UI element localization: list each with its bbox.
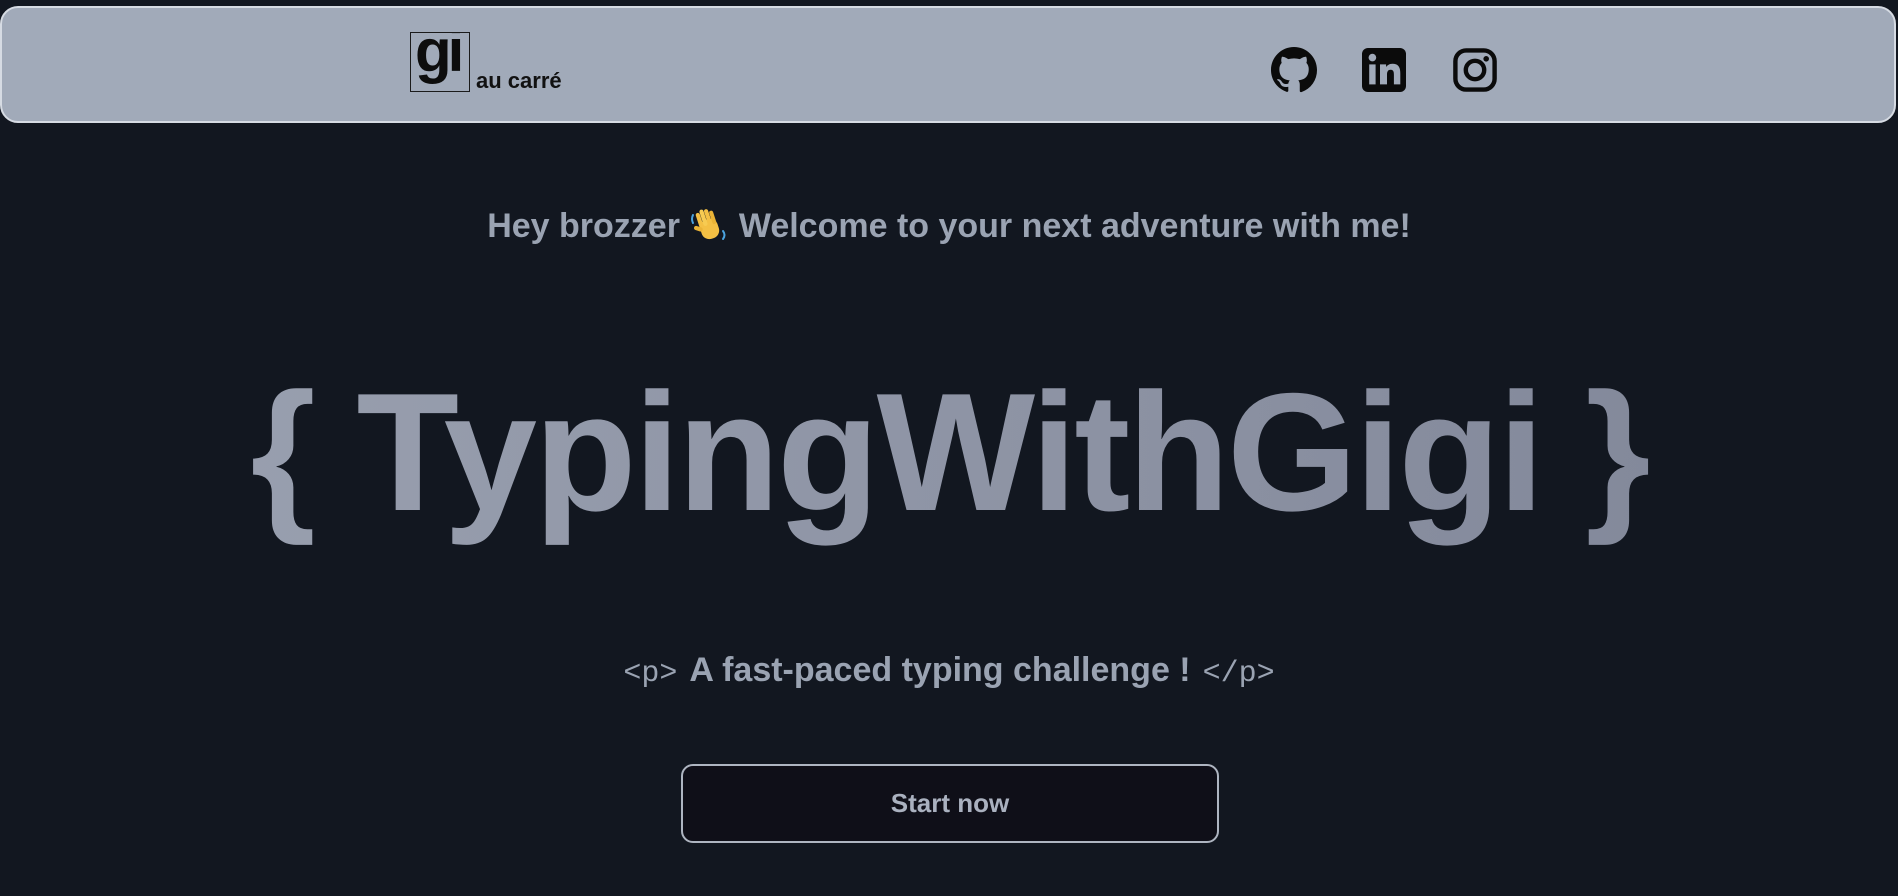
github-link[interactable] — [1270, 46, 1318, 94]
greeting-start: Hey brozzer — [487, 207, 680, 245]
logo-text: au carré — [476, 68, 562, 93]
logo-link[interactable]: gi au carré — [410, 32, 562, 92]
instagram-icon — [1453, 48, 1497, 92]
subtitle: <p> A fast-paced typing challenge ! </p> — [0, 648, 1898, 696]
subtitle-open-tag: <p> — [623, 657, 678, 691]
linkedin-link[interactable] — [1360, 46, 1408, 94]
greeting: Hey brozzer Welcome to your next adventu… — [0, 204, 1898, 248]
subtitle-text: A fast-paced typing challenge ! — [689, 651, 1191, 689]
greeting-end: Welcome to your next adventure with me! — [738, 207, 1411, 245]
page-title: { TypingWithGigi } — [0, 352, 1898, 552]
instagram-link[interactable] — [1451, 46, 1499, 94]
github-icon — [1271, 47, 1318, 93]
linkedin-icon — [1362, 48, 1406, 92]
waving-hand-icon — [691, 209, 726, 240]
start-now-button[interactable]: Start now — [681, 764, 1219, 843]
navbar: gi au carré — [0, 6, 1896, 123]
logo-mark-text: gi — [415, 32, 464, 84]
logo-mark: gi — [410, 32, 470, 92]
page: gi au carré Hey brozzer Welcome to your … — [0, 0, 1898, 896]
subtitle-close-tag: </p> — [1202, 657, 1275, 691]
